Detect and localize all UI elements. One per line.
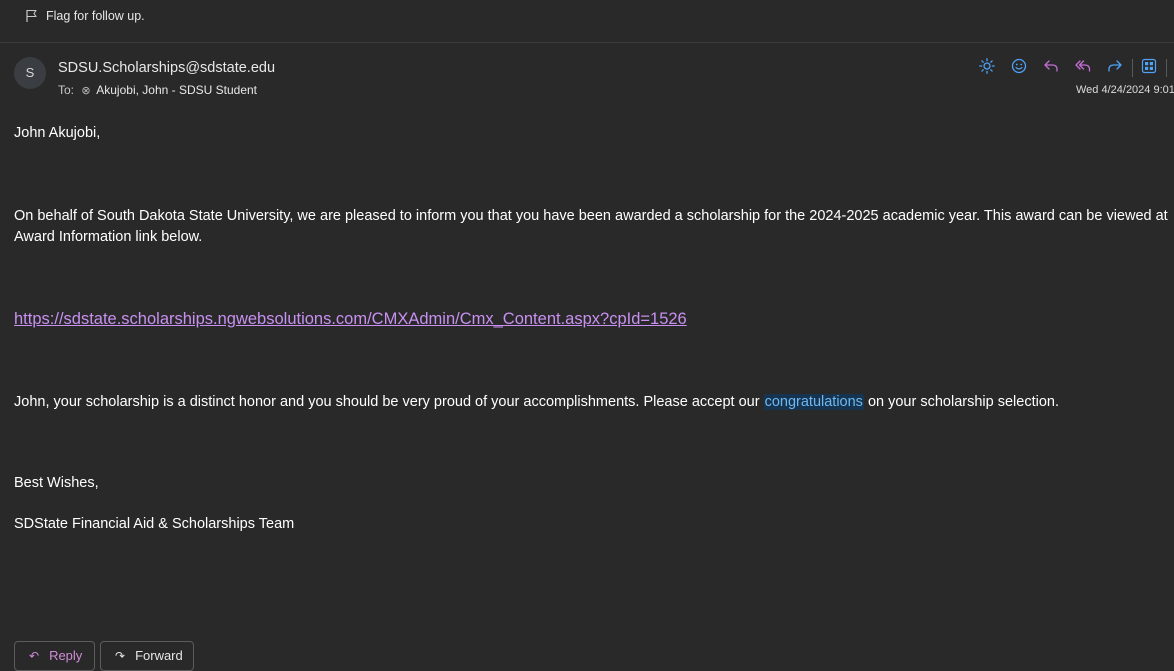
congratulations-paragraph: John, your scholarship is a distinct hon…	[14, 392, 1059, 413]
sun-icon	[979, 57, 995, 79]
flag-icon[interactable]	[25, 9, 39, 23]
to-label: To:	[58, 83, 75, 97]
footer-forward-button[interactable]: ↷ Forward	[100, 641, 194, 671]
smiley-icon	[1011, 58, 1027, 79]
reply-all-button[interactable]	[1071, 57, 1095, 79]
forward-arrow-icon: ↷	[115, 649, 126, 663]
footer-actions: ↶ Reply ↷ Forward	[14, 641, 199, 671]
sign-off: Best Wishes,	[14, 475, 99, 491]
reply-all-icon	[1075, 58, 1091, 79]
signature: SDState Financial Aid & Scholarships Tea…	[14, 516, 295, 532]
message-actions	[975, 57, 1171, 79]
avatar[interactable]: S	[14, 57, 46, 89]
reply-button[interactable]	[1039, 57, 1063, 79]
award-information-link[interactable]: https://sdstate.scholarships.ngwebsoluti…	[14, 309, 687, 330]
flag-text: Flag for follow up.	[46, 9, 145, 23]
footer-reply-label: Reply	[49, 648, 83, 663]
reply-icon	[1043, 58, 1059, 79]
toolbar-divider	[1132, 59, 1133, 77]
award-paragraph-line-2: Award Information link below.	[14, 229, 203, 245]
message-timestamp: Wed 4/24/2024 9:01	[1076, 84, 1174, 96]
remove-recipient-icon[interactable]: ⊗	[81, 84, 90, 97]
congratulations-text-before: John, your scholarship is a distinct hon…	[14, 394, 764, 410]
highlighted-word[interactable]: congratulations	[763, 394, 864, 410]
footer-forward-label: Forward	[135, 648, 183, 663]
toolbar-divider-end	[1166, 59, 1167, 77]
forward-button[interactable]	[1103, 57, 1127, 79]
recipient-line: To: ⊗ Akujobi, John - SDSU Student	[58, 83, 257, 97]
reply-arrow-icon: ↶	[29, 649, 40, 663]
message-header: S SDSU.Scholarships@sdstate.edu To: ⊗ Ak…	[0, 43, 1174, 103]
footer-reply-button[interactable]: ↶ Reply	[14, 641, 95, 671]
sender-address[interactable]: SDSU.Scholarships@sdstate.edu	[58, 60, 275, 76]
award-paragraph-line-1: On behalf of South Dakota State Universi…	[14, 208, 1168, 224]
apps-icon	[1141, 58, 1157, 79]
greeting: John Akujobi,	[14, 125, 101, 141]
flag-bar[interactable]: Flag for follow up.	[0, 0, 1174, 43]
react-button[interactable]	[1007, 57, 1031, 79]
apps-button[interactable]	[1137, 57, 1161, 79]
recipient-name[interactable]: Akujobi, John - SDSU Student	[96, 83, 257, 97]
forward-icon	[1107, 58, 1123, 79]
immersive-reader-button[interactable]	[975, 57, 999, 79]
award-paragraph: On behalf of South Dakota State Universi…	[14, 206, 1168, 248]
congratulations-text-after: on your scholarship selection.	[863, 394, 1059, 410]
